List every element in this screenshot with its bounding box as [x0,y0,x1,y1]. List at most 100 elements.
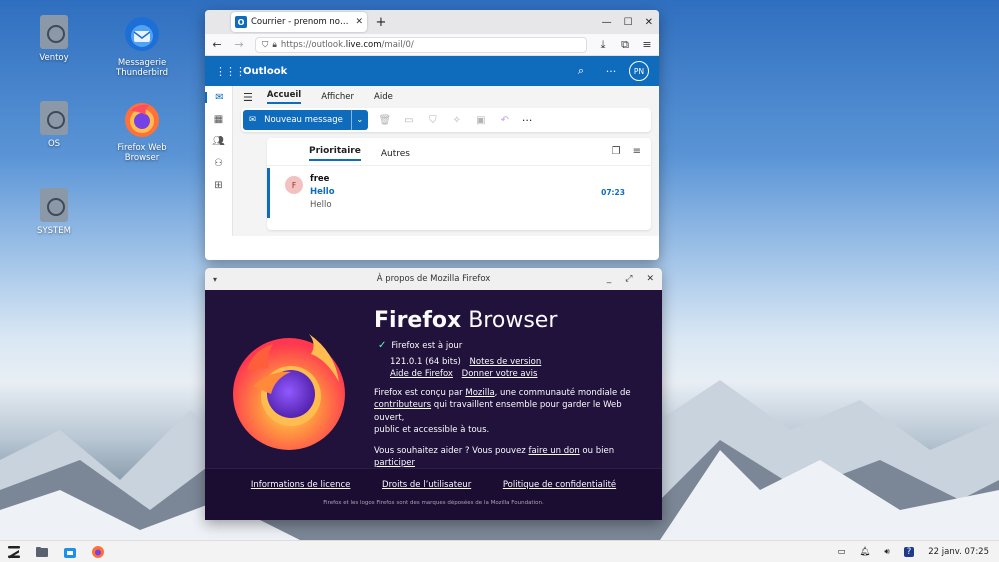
display-icon[interactable]: ▭ [838,547,846,557]
new-tab-button[interactable]: + [373,15,389,30]
firefox-icon [92,545,104,558]
desktop-icon-label: Firefox Web Browser [117,143,167,163]
forward-icon[interactable]: → [233,38,245,51]
description: Firefox est conçu par Mozilla, une commu… [374,387,631,436]
license-link[interactable]: Informations de licence [251,480,351,490]
desktop-icon-ventoy[interactable]: Ventoy [14,15,94,63]
url-text: https://outlook.live.com/mail/0/ [280,39,414,50]
thunderbird-icon [125,17,159,51]
report-icon[interactable]: ⛉ [426,115,440,126]
tab-afficher[interactable]: Afficher [321,92,354,102]
firefox-help-link[interactable]: Aide de Firefox [390,369,453,379]
apps-icon[interactable]: ⊞ [214,180,222,191]
close-icon[interactable]: ✕ [646,274,654,284]
checkmark-icon: ✓ [378,340,387,351]
sender-avatar: F [285,176,303,194]
message-list: Prioritaire Autres ❐ ≡ F free Hello Hell… [267,138,651,230]
dialog-titlebar[interactable]: ▾ À propos de Mozilla Firefox _ ⤢ ✕ [205,268,662,290]
inbox-tabs: Prioritaire Autres ❐ ≡ [267,138,651,166]
people-icon[interactable]: 👥︎ [212,136,225,147]
desktop-icon-thunderbird[interactable]: Messagerie Thunderbird [102,14,182,78]
about-footer: Informations de licence Droits de l’util… [205,468,662,520]
maximize-icon[interactable]: ⤢ [625,274,632,284]
version-text: 121.0.1 (64 bits) [390,356,461,367]
update-icon[interactable]: ? [903,547,915,557]
shield-icon[interactable]: ⛉ [262,40,268,50]
sweep-icon[interactable]: ✧ [450,115,464,126]
select-icon[interactable]: ❐ [612,146,621,157]
window-controls: — ☐ ✕ [602,10,653,34]
close-tab-icon[interactable]: ✕ [355,17,363,27]
menu-icon[interactable]: ≡ [641,38,653,51]
start-menu-button[interactable] [0,541,28,562]
feedback-link[interactable]: Donner votre avis [462,369,538,379]
back-icon[interactable]: ← [211,38,223,51]
contributors-link[interactable]: contributeurs [374,400,431,410]
maximize-icon[interactable]: ☐ [624,17,633,28]
extensions-icon[interactable]: ⧉ [619,38,631,52]
desktop-icon-os[interactable]: OS [14,101,94,149]
tab-autres[interactable]: Autres [381,149,410,159]
reply-icon[interactable]: ↶ [498,115,512,126]
desktop-icon-label: SYSTEM [37,226,71,236]
move-icon[interactable]: ▣ [474,115,488,126]
desktop-icon-system[interactable]: SYSTEM [14,188,94,236]
message-sender: free [310,174,330,184]
mail-icon[interactable]: ✉ [205,92,233,103]
avatar[interactable]: PN [629,61,649,81]
calendar-icon[interactable]: ▦ [214,114,223,125]
notification-bell-icon[interactable]: 🔔︎ [860,547,871,557]
product-name: Firefox Browser [374,308,558,333]
downloads-icon[interactable]: ⤓ [597,38,609,52]
minimize-icon[interactable]: — [602,17,612,28]
help-links: Aide de Firefox Donner votre avis [390,368,654,381]
tab-aide[interactable]: Aide [374,92,393,102]
new-message-label: Nouveau message [264,115,343,125]
files-button[interactable] [28,541,56,562]
app-brand[interactable]: Outlook [243,66,561,77]
desktop-icon-label: OS [47,139,61,149]
mozilla-link[interactable]: Mozilla [465,388,494,398]
message-subject: Hello [310,187,335,197]
volume-icon[interactable]: 🔊︎ [884,547,889,557]
drive-icon [40,188,68,222]
groups-icon[interactable]: ⚇ [214,158,223,169]
new-message-button[interactable]: ✉ Nouveau message ⌄ [243,110,368,130]
firefox-window[interactable]: O Courrier - prenom nom - O ✕ + — ☐ ✕ ← … [205,10,659,260]
ribbon-toolbar: ✉ Nouveau message ⌄ 🗑︎ ▭ ⛉ ✧ ▣ ↶ ··· [241,108,651,132]
chevron-down-icon[interactable]: ⌄ [352,115,368,125]
compose-icon: ✉ [249,115,257,125]
about-content: Firefox Browser ✓ Firefox est à jour 121… [205,290,662,468]
outlook-icon: O [235,16,247,28]
tab-accueil[interactable]: Accueil [266,90,302,104]
window-menu-icon[interactable]: ▾ [213,275,217,284]
lock-icon[interactable]: 🔒︎ [272,40,277,50]
release-notes-link[interactable]: Notes de version [470,357,542,367]
more-options-icon[interactable]: ··· [601,65,621,78]
app-launcher-icon[interactable]: ⋮⋮⋮ [215,65,246,78]
url-bar[interactable]: ⛉ 🔒︎ https://outlook.live.com/mail/0/ [255,36,587,53]
search-icon[interactable]: ⌕ [571,64,591,78]
software-store-button[interactable] [56,541,84,562]
archive-icon[interactable]: ▭ [402,115,416,126]
user-rights-link[interactable]: Droits de l’utilisateur [382,480,471,490]
tab-prioritaire[interactable]: Prioritaire [309,146,361,161]
filter-icon[interactable]: ≡ [633,146,641,157]
desktop-icon-firefox[interactable]: Firefox Web Browser [102,99,182,163]
zorin-logo-icon [8,545,20,558]
minimize-icon[interactable]: _ [607,274,612,284]
participate-link[interactable]: participer [374,458,415,468]
list-item[interactable]: F free Hello Hello 07:23 [267,168,651,218]
close-icon[interactable]: ✕ [645,17,653,28]
privacy-policy-link[interactable]: Politique de confidentialité [503,480,616,490]
outlook-header: ⋮⋮⋮ Outlook ⌕ ··· PN [205,56,659,86]
delete-icon[interactable]: 🗑︎ [378,115,392,126]
browser-tab[interactable]: O Courrier - prenom nom - O ✕ [231,12,367,32]
clock[interactable]: 22 janv. 07:25 [928,547,989,557]
more-icon[interactable]: ··· [522,114,533,127]
firefox-taskbar-button[interactable] [84,541,112,562]
tab-strip: O Courrier - prenom nom - O ✕ + — ☐ ✕ [205,10,659,34]
hamburger-icon[interactable]: ☰ [243,91,253,104]
donate-link[interactable]: faire un don [528,446,579,456]
about-firefox-dialog[interactable]: ▾ À propos de Mozilla Firefox _ ⤢ ✕ Fire… [205,268,662,520]
